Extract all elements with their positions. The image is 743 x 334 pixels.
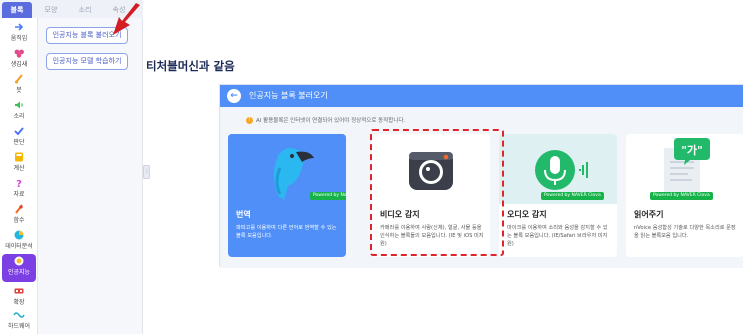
sound-icon [15,101,23,109]
category-sound[interactable]: 소리 [2,98,36,124]
category-judge[interactable]: 판단 [2,124,36,150]
block-panel: 인공지능 블록 불러오기 인공지능 모델 학습하기 [38,18,143,334]
category-extend[interactable]: 확장 [2,284,36,310]
train-ai-model-button[interactable]: 인공지능 모델 학습하기 [46,53,128,70]
card-audio-detect[interactable]: Powered by NAVER Clova 오디오 감지 마이크를 이용하여 … [499,134,617,257]
category-sidebar: 움직임 생김새 붓 소리 판단 계산 ? 자료 함수 데이터분석 인공지능 확장… [0,18,38,334]
tab-shapes[interactable]: 모양 [36,2,66,18]
svg-text:?: ? [16,179,22,188]
svg-text:"가": "가" [681,143,703,157]
category-looks[interactable]: 생김새 [2,46,36,72]
card-read-aloud-badge: Powered by NAVER Clova [650,192,713,200]
modal-title: 인공지능 블록 불러오기 [249,91,328,100]
calc-icon [15,152,23,162]
card-audio-detect-desc: 마이크를 이용하여 소리와 음성을 감지할 수 있는 블록 모음입니다. (IE… [507,225,608,247]
card-translate[interactable]: Powered by Naver 번역 파파고를 이용하여 다른 언어로 번역할… [228,134,346,257]
entry-editor: 블록 모양 소리 속성 움직임 생김새 붓 소리 판단 계산 ? 자료 함수 데… [0,0,743,334]
highlight-dashed-box [370,129,504,256]
modal-header: ← 인공지능 블록 불러오기 [220,85,743,107]
hardware-icon [13,312,25,318]
card-translate-title: 번역 [236,210,251,219]
back-arrow-icon[interactable]: ← [227,89,241,103]
ai-icon [14,256,24,266]
internet-notice: ! AI 활용블록은 인터넷이 연결되어 있어야 정상적으로 동작합니다. [246,116,405,124]
category-data[interactable]: ? 자료 [2,176,36,202]
function-icon [15,204,23,214]
tab-sounds[interactable]: 소리 [70,2,100,18]
annotation-arrow-icon [113,3,140,35]
card-audio-detect-title: 오디오 감지 [507,210,547,219]
warning-icon: ! [246,117,253,124]
judge-icon [14,127,24,136]
category-data-analysis[interactable]: 데이터분석 [2,228,36,254]
move-icon [15,23,24,31]
category-function[interactable]: 함수 [2,202,36,228]
annotation-caption: 티처블머신과 같음 [146,59,235,73]
extend-icon [14,288,24,294]
looks-icon [14,49,24,58]
card-read-aloud-desc: nVoice 음성합성 기술로 다양한 목소리로 문장을 읽는 블록모음 입니다… [634,225,736,239]
category-hardware[interactable]: 하드웨어 [2,308,36,334]
category-movement[interactable]: 움직임 [2,20,36,46]
card-read-aloud-title: 읽어주기 [634,210,664,219]
panel-resize-handle[interactable]: ⋮ [143,165,150,179]
category-calc[interactable]: 계산 [2,150,36,176]
data-icon: ? [16,179,22,188]
card-translate-desc: 파파고를 이용하여 다른 언어로 번역할 수 있는 블록 모음입니다. [236,225,337,239]
category-ai[interactable]: 인공지능 [2,254,36,282]
card-translate-badge: Powered by Naver [310,192,346,200]
card-audio-detect-badge: Powered by NAVER Clova [541,192,604,200]
brush-icon [15,74,23,84]
tab-blocks[interactable]: 블록 [2,2,32,18]
card-read-aloud[interactable]: "가" Powered by NAVER Clova 읽어주기 nVoice 음… [626,134,743,257]
category-brush[interactable]: 붓 [2,72,36,98]
data-analysis-icon [14,230,24,240]
